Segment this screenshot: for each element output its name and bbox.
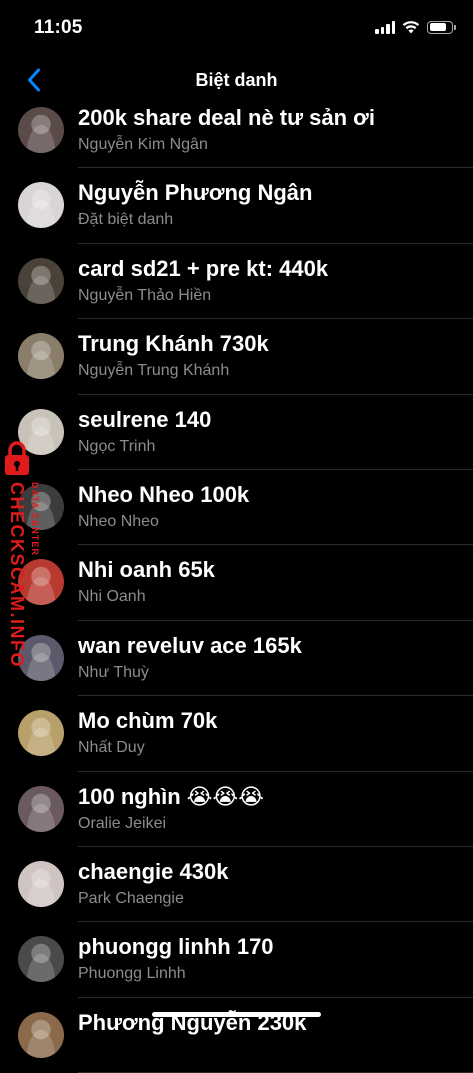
avatar xyxy=(18,710,64,757)
avatar xyxy=(18,408,64,455)
nickname-label: phuongg linhh 170 xyxy=(78,934,274,960)
contact-name-label: Ngọc Trinh xyxy=(78,437,156,455)
list-item-text: Nguyễn Phương Ngân Đặt biệt danh xyxy=(78,180,463,230)
contact-name-label: Nguyễn Thảo Hiền xyxy=(78,286,212,304)
nickname-label: seulrene 140 xyxy=(78,406,212,432)
list-item-text: Mo chùm 70k Nhất Duy xyxy=(78,708,463,758)
avatar xyxy=(18,1011,64,1058)
nickname-label: Mo chùm 70k xyxy=(78,708,218,734)
list-item[interactable]: wan reveluv ace 165k Như Thuỳ xyxy=(0,621,473,697)
nickname-label: card sd21 + pre kt: 440k xyxy=(78,255,329,281)
list-item[interactable]: Nhi oanh 65k Nhi Oanh xyxy=(0,545,473,621)
avatar xyxy=(18,483,64,530)
list-item-text: phuongg linhh 170 Phuongg Linhh xyxy=(78,934,463,984)
list-item-text: card sd21 + pre kt: 440k Nguyễn Thảo Hiền xyxy=(78,256,463,306)
contact-name-label: Đặt biệt danh xyxy=(78,211,174,229)
nickname-list: 200k share deal nè tư sản ơi Nguyễn Kim N… xyxy=(0,93,473,1073)
contact-name-label: Nguyễn Trung Khánh xyxy=(78,362,230,380)
list-item[interactable]: Mo chùm 70k Nhất Duy xyxy=(0,696,473,772)
avatar xyxy=(18,182,64,229)
battery-level xyxy=(429,23,446,31)
contact-name-label: Nguyễn Kim Ngân xyxy=(78,136,208,153)
list-item[interactable]: phuongg linhh 170 Phuongg Linhh xyxy=(0,922,473,998)
list-item[interactable]: Nguyễn Phương Ngân Đặt biệt danh xyxy=(0,168,473,244)
avatar xyxy=(18,634,64,681)
battery-icon xyxy=(427,20,456,34)
nickname-label: Nguyễn Phương Ngân xyxy=(78,180,313,206)
avatar xyxy=(18,257,64,304)
list-item[interactable]: Nheo Nheo 100k Nheo Nheo xyxy=(0,470,473,546)
nickname-label: chaengie 430k xyxy=(78,858,229,884)
nickname-label: Nheo Nheo 100k xyxy=(78,481,250,507)
wifi-icon xyxy=(402,21,420,34)
nickname-label: wan reveluv ace 165k xyxy=(78,632,302,658)
avatar xyxy=(18,785,64,832)
list-item[interactable]: seulrene 140 Ngọc Trinh xyxy=(0,395,473,470)
contact-name-label: Như Thuỳ xyxy=(78,663,149,681)
avatar xyxy=(18,559,64,606)
list-item[interactable]: Trung Khánh 730k Nguyễn Trung Khánh xyxy=(0,319,473,395)
list-item-text: 200k share deal nè tư sản ơi Nguyễn Kim N… xyxy=(78,105,463,155)
contact-name-label: Park Chaengie xyxy=(78,889,184,907)
avatar xyxy=(18,936,64,983)
nickname-label: Nhi oanh 65k xyxy=(78,557,215,583)
contact-name-label: Nhi Oanh xyxy=(78,588,146,606)
status-bar: 11:05 xyxy=(0,0,473,56)
list-item-text: chaengie 430k Park Chaengie xyxy=(78,859,463,909)
list-item-text: 100 nghìn 😭😭😭 Oralie Jeikei xyxy=(78,784,463,834)
list-item[interactable]: 100 nghìn 😭😭😭 Oralie Jeikei xyxy=(0,772,473,847)
cellular-signal-icon xyxy=(375,20,395,34)
status-icons xyxy=(375,20,456,34)
nickname-label: Trung Khánh 730k xyxy=(78,331,269,357)
contact-name-label: Oralie Jeikei xyxy=(78,814,167,832)
list-item[interactable]: card sd21 + pre kt: 440k Nguyễn Thảo Hiền xyxy=(0,244,473,320)
list-item[interactable]: 200k share deal nè tư sản ơi Nguyễn Kim N… xyxy=(0,93,473,169)
list-item[interactable]: Phương Nguyễn 230k xyxy=(0,998,473,1073)
list-item-text: Nheo Nheo 100k Nheo Nheo xyxy=(78,482,463,532)
avatar xyxy=(18,333,64,380)
list-item-text: wan reveluv ace 165k Như Thuỳ xyxy=(78,633,463,683)
nickname-label: 200k share deal nè tư sản ơi xyxy=(78,105,375,130)
contact-name-label: Phuongg Linhh xyxy=(78,965,186,983)
avatar xyxy=(18,107,64,153)
status-time: 11:05 xyxy=(34,17,83,38)
page-title: Biệt danh xyxy=(195,70,278,90)
contact-name-label: Nheo Nheo xyxy=(78,512,159,530)
avatar xyxy=(18,860,64,907)
nickname-label: 100 nghìn 😭😭😭 xyxy=(78,783,264,809)
list-item-text: Nhi oanh 65k Nhi Oanh xyxy=(78,557,463,607)
list-item-text: Trung Khánh 730k Nguyễn Trung Khánh xyxy=(78,331,463,381)
home-indicator xyxy=(152,1012,321,1017)
list-item[interactable]: chaengie 430k Park Chaengie xyxy=(0,847,473,923)
contact-name-label: Nhất Duy xyxy=(78,739,145,757)
list-item-text: seulrene 140 Ngọc Trinh xyxy=(78,407,463,457)
